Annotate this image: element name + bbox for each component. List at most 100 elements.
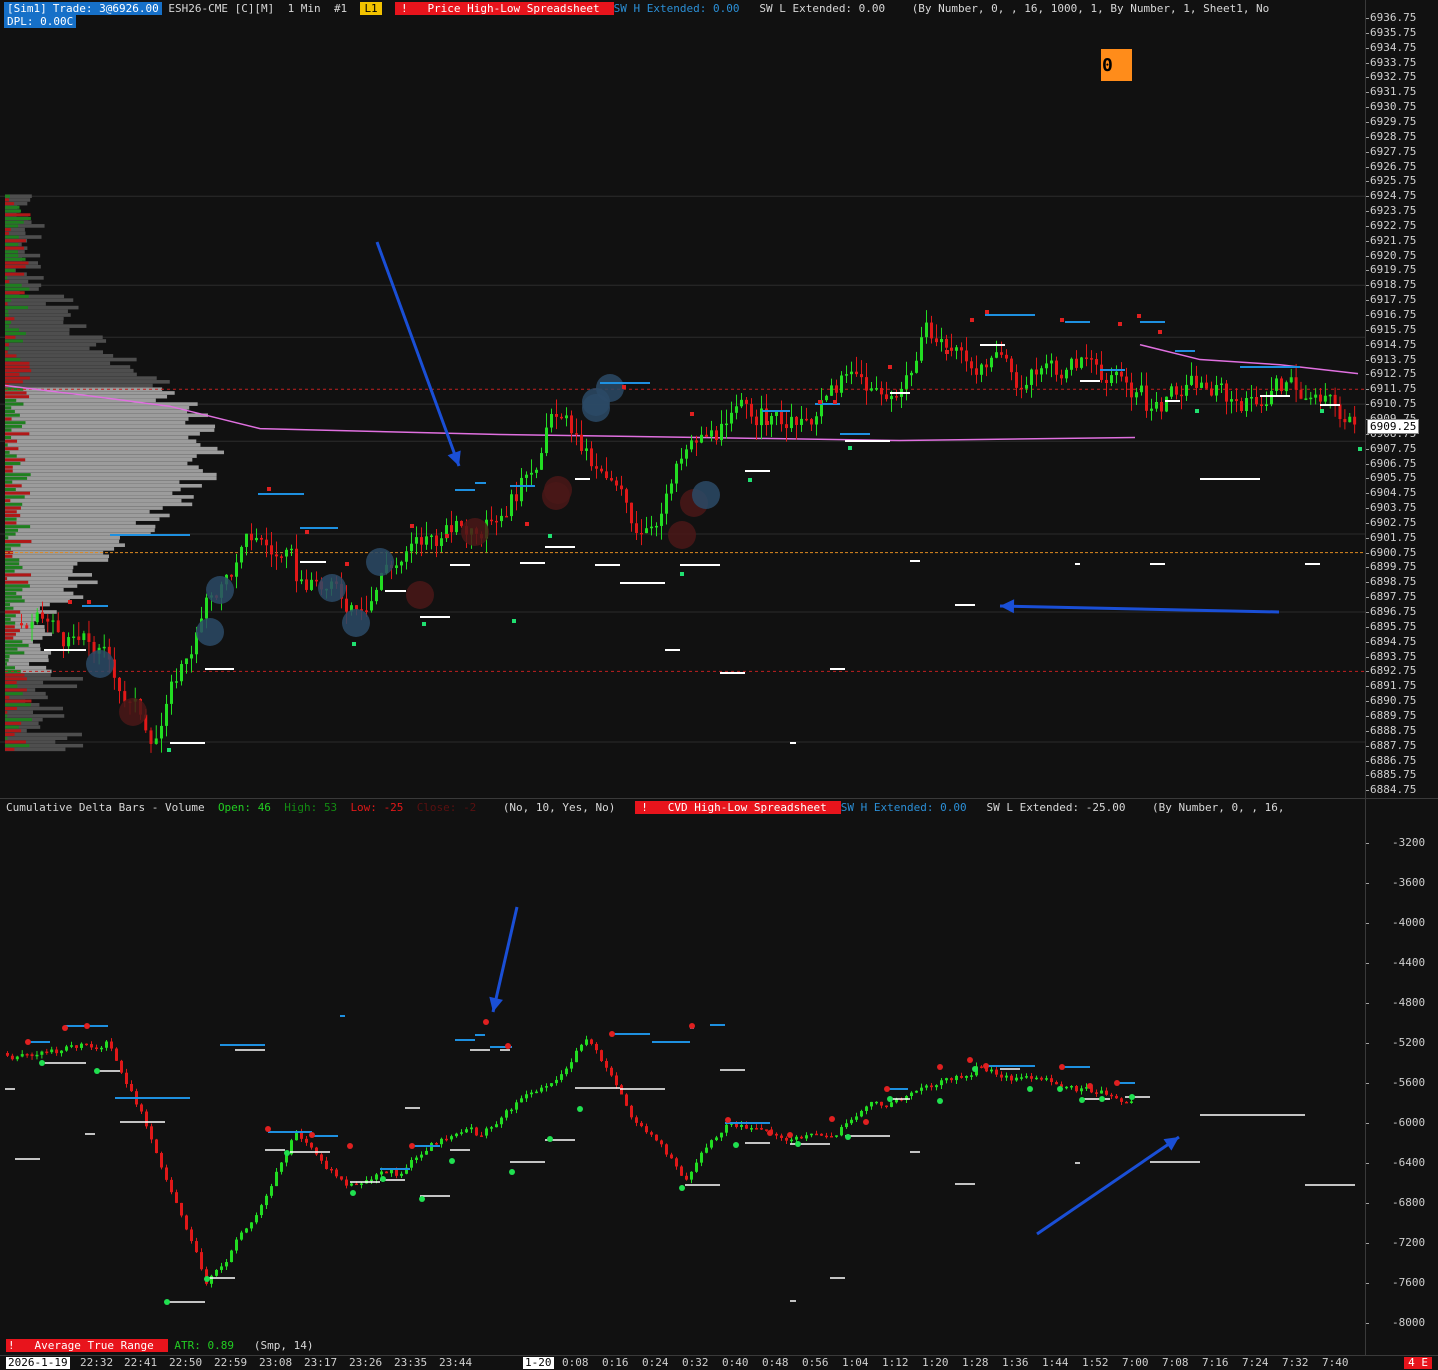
price-axis-tick (1366, 374, 1369, 376)
delta-profile-bar (5, 328, 19, 332)
time-axis[interactable]: 4 E 2026-1-19 22:32 22:41 22:50 22:59 23:08 23… (0, 1355, 1438, 1370)
price-chart-canvas[interactable] (0, 0, 1365, 798)
cvd-candle-body (945, 1078, 948, 1081)
price-candle-body (550, 414, 553, 428)
price-candle-body (1010, 358, 1013, 373)
cvd-candle-body (920, 1087, 923, 1091)
price-candle-body (56, 620, 60, 633)
cvd-candle-body (795, 1136, 798, 1140)
cvd-candle-body (890, 1102, 893, 1107)
price-candle-body (255, 537, 258, 541)
price-candle-body (425, 536, 428, 545)
cvd-candle-body (60, 1050, 63, 1054)
price-axis-tick (1366, 121, 1369, 123)
price-axis-label: 6919.75 (1370, 263, 1417, 277)
cvd-candle-body (195, 1241, 198, 1253)
swing-low-dot (748, 478, 752, 482)
delta-profile-bar (5, 591, 17, 595)
cvd-candle-body (125, 1072, 128, 1084)
price-candle-body (160, 725, 163, 739)
cvd-candle-body (600, 1050, 603, 1061)
cvd-candle-body (680, 1166, 683, 1176)
volume-profile-bar (5, 309, 68, 314)
price-chart-pane[interactable]: [Sim1] Trade: 3@6926.00 ESH26-CME [C][M] … (0, 0, 1365, 798)
cvd-candle-body (955, 1075, 958, 1081)
price-axis-label: 6891.75 (1370, 679, 1417, 693)
study-price-hl-spreadsheet[interactable]: ! Price High-Low Spreadsheet (394, 2, 614, 15)
cvd-title[interactable]: Cumulative Delta Bars - Volume (6, 801, 205, 814)
atr-pane[interactable]: ! Average True Range ATR: 0.89 (Smp, 14) (0, 1336, 1365, 1355)
volume-profile-bar (5, 509, 150, 514)
cvd-candle-body (625, 1094, 628, 1106)
sim-account-badge[interactable]: [Sim1] (4, 2, 50, 15)
cvd-candle-body (545, 1086, 548, 1088)
delta-profile-bar (5, 725, 19, 729)
price-candle-body (275, 554, 278, 557)
volume-profile-bar (5, 469, 203, 473)
price-candle-body (430, 535, 433, 537)
cvd-candle-body (980, 1066, 983, 1068)
price-candle-body (35, 612, 39, 623)
delta-profile-bar (5, 606, 14, 610)
study-cvd-hl-spreadsheet[interactable]: ! CVD High-Low Spreadsheet (635, 801, 841, 814)
volume-profile-bar (5, 302, 46, 306)
volume-profile-bar (5, 547, 115, 551)
cvd-candle-body (530, 1092, 533, 1095)
price-candle-body (965, 350, 968, 362)
price-axis[interactable]: 6936.75 6935.75 6934.75 6933.75 6932.75 6931.… (1365, 0, 1438, 798)
price-axis-label: 6886.75 (1370, 753, 1417, 767)
price-candle-body (420, 537, 423, 545)
cvd-candle-body (130, 1083, 133, 1092)
price-axis-label: 6905.75 (1370, 471, 1417, 485)
cvd-candle-body (270, 1186, 273, 1196)
delta-profile-bar (5, 707, 17, 711)
delta-profile-bar (5, 562, 20, 566)
price-candle-body (785, 424, 788, 429)
delta-profile-bar (5, 417, 12, 421)
cvd-candle-body (835, 1135, 838, 1137)
study-atr[interactable]: ! Average True Range (6, 1339, 168, 1352)
volume-profile-bar (5, 276, 44, 280)
cvd-candle-body (70, 1045, 73, 1047)
delta-profile-bar (5, 439, 18, 443)
cvd-axis[interactable]: -3200 -3600 -4000 -4400 -4800 -5200 -5600 -6000… (1365, 799, 1438, 1355)
corner-badge[interactable]: 4 E (1404, 1357, 1432, 1369)
cvd-low-dot (350, 1190, 356, 1196)
price-candle-body (585, 448, 588, 451)
cvd-candle-body (350, 1183, 353, 1186)
cvd-chart-canvas[interactable] (0, 799, 1365, 1335)
cvd-candle-body (460, 1132, 463, 1134)
price-candle-body (170, 681, 173, 704)
delta-profile-bar (5, 239, 26, 243)
price-axis-label: 6911.75 (1370, 382, 1417, 396)
cvd-axis-tick (1366, 1123, 1369, 1124)
price-candle-body (290, 548, 293, 551)
price-axis-tick (1366, 270, 1369, 272)
price-candle-body (87, 633, 91, 642)
volume-profile-bar (5, 406, 190, 410)
price-candle-body (910, 372, 913, 376)
volume-profile-bar (5, 513, 170, 518)
volume-profile-bar (5, 432, 200, 436)
delta-profile-bar (5, 458, 26, 462)
cvd-high-dot (967, 1057, 973, 1063)
symbol-label[interactable]: ESH26-CME [C][M] (168, 2, 274, 15)
swing-high-dot (985, 310, 989, 314)
price-candle-body (240, 546, 243, 563)
price-candle-body (77, 636, 81, 641)
delta-profile-bar (5, 228, 11, 232)
cvd-candle-body (930, 1085, 933, 1088)
cvd-pane[interactable]: Cumulative Delta Bars - Volume Open: 46 … (0, 799, 1365, 1335)
price-candle-body (245, 533, 248, 547)
price-candle-body (610, 478, 613, 481)
cvd-low-dot (845, 1134, 851, 1140)
price-axis-tick (1366, 641, 1369, 643)
cvd-candle-body (50, 1049, 54, 1053)
volume-profile-bar (5, 383, 153, 388)
order-count-badge[interactable]: 0 (1101, 49, 1132, 81)
annotation-arrow-head (1000, 599, 1015, 614)
time-axis-label: 0:56 (802, 1356, 829, 1369)
atr-header: ! Average True Range ATR: 0.89 (Smp, 14) (6, 1339, 313, 1352)
interval-label[interactable]: 1 Min (288, 2, 321, 15)
price-candle-body (950, 347, 953, 351)
